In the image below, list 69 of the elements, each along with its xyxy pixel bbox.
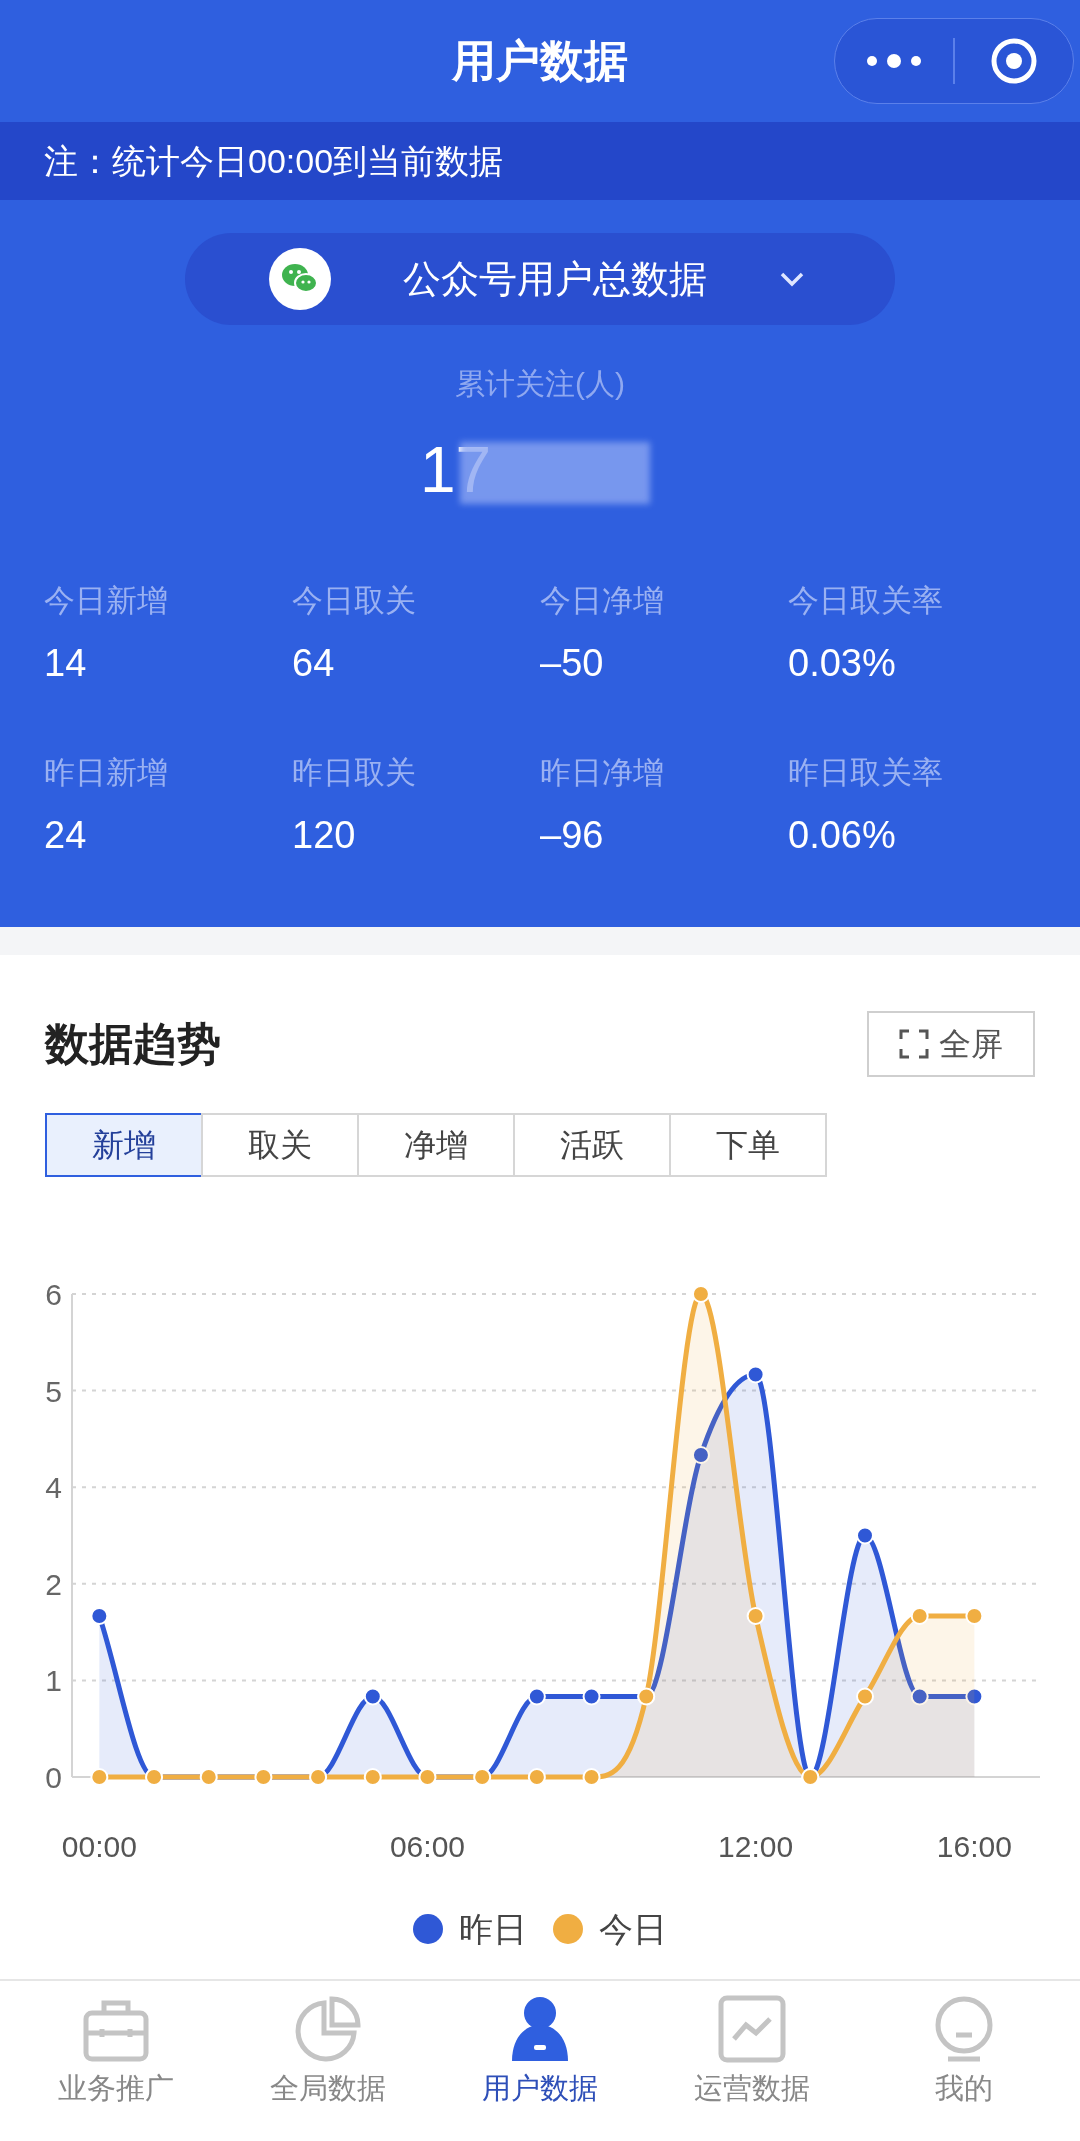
nav-tab[interactable]: 运营数据 [652, 1993, 852, 2111]
data-point [910, 1607, 929, 1625]
total-value: 17 [420, 433, 492, 508]
data-point [856, 1687, 874, 1706]
total-label: 累计关注(人) [455, 366, 625, 402]
data-point [746, 1365, 765, 1384]
target-icon [990, 37, 1038, 85]
stat-label: 今日取关率 [788, 583, 944, 619]
metric-tab[interactable]: 下单 [669, 1113, 827, 1177]
stat-label: 今日取关 [292, 583, 417, 619]
axis-tick-label: 1 [45, 1664, 62, 1698]
page-title: 用户数据 [452, 35, 628, 87]
legend-label: 昨日 [459, 1908, 527, 1950]
data-point [90, 1768, 109, 1786]
stat-value: –96 [540, 815, 605, 855]
chevron-down-icon [779, 271, 805, 287]
data-point [691, 1285, 710, 1303]
data-point [527, 1768, 546, 1786]
stat-label: 今日新增 [44, 583, 169, 619]
stat-value: 0.06% [788, 815, 897, 855]
axis-tick-label: 0 [45, 1761, 62, 1794]
data-point [363, 1768, 382, 1786]
section-title: 数据趋势 [45, 1018, 221, 1070]
axis-tick-label: 12:00 [718, 1830, 794, 1863]
axis-tick-label: 16:00 [936, 1830, 1012, 1863]
data-point [856, 1526, 874, 1545]
data-point [691, 1446, 710, 1464]
metric-tab[interactable]: 取关 [201, 1113, 359, 1177]
stat-label: 昨日取关率 [788, 755, 944, 791]
axis-tick-label: 5 [45, 1374, 62, 1408]
stat-value: 64 [292, 643, 336, 683]
nav-tab[interactable]: 业务推广 [16, 1993, 216, 2111]
axis-tick-label: 6 [45, 1278, 62, 1311]
metric-tab[interactable]: 净增 [357, 1113, 515, 1177]
data-point [363, 1687, 382, 1706]
data-point [582, 1768, 601, 1786]
stat-label: 昨日取关 [292, 755, 417, 791]
stat-value: 24 [44, 815, 88, 855]
nav-tab[interactable]: 我的 [864, 1993, 1064, 2111]
fullscreen-button[interactable]: 全屏 [867, 1011, 1035, 1077]
nav-tab[interactable]: 用户数据 [440, 1993, 640, 2111]
data-point [965, 1607, 984, 1625]
axis-tick-label: 2 [45, 1567, 62, 1601]
legend-label: 今日 [599, 1908, 667, 1950]
stat-value: 14 [44, 643, 88, 683]
stat-label: 昨日新增 [44, 755, 169, 791]
account-selector[interactable]: 公众号用户总数据 [185, 233, 895, 325]
stat-value: –50 [540, 643, 605, 683]
data-point [582, 1687, 601, 1706]
chat-bubbles-icon [269, 248, 331, 310]
more-icon [866, 53, 922, 69]
line-chart-icon [716, 1993, 788, 2065]
axis-tick-label: 06:00 [389, 1830, 465, 1863]
stat-value: 0.03% [788, 643, 897, 683]
metric-tab[interactable]: 新增 [45, 1113, 203, 1177]
data-point [910, 1687, 929, 1706]
stat-value: 120 [292, 815, 357, 855]
stat-label: 昨日净增 [540, 755, 665, 791]
axis-tick-label: 00:00 [61, 1830, 137, 1863]
data-point [90, 1607, 109, 1625]
data-point [746, 1607, 765, 1625]
data-point [965, 1687, 984, 1706]
data-point [527, 1687, 546, 1706]
fullscreen-icon [899, 1029, 929, 1059]
axis-tick-label: 4 [45, 1471, 62, 1505]
metric-tab[interactable]: 活跃 [513, 1113, 671, 1177]
nav-tab[interactable]: 全局数据 [228, 1993, 428, 2111]
notice-text: 注：统计今日00:00到当前数据 [44, 140, 504, 182]
stat-label: 今日净增 [540, 583, 665, 619]
